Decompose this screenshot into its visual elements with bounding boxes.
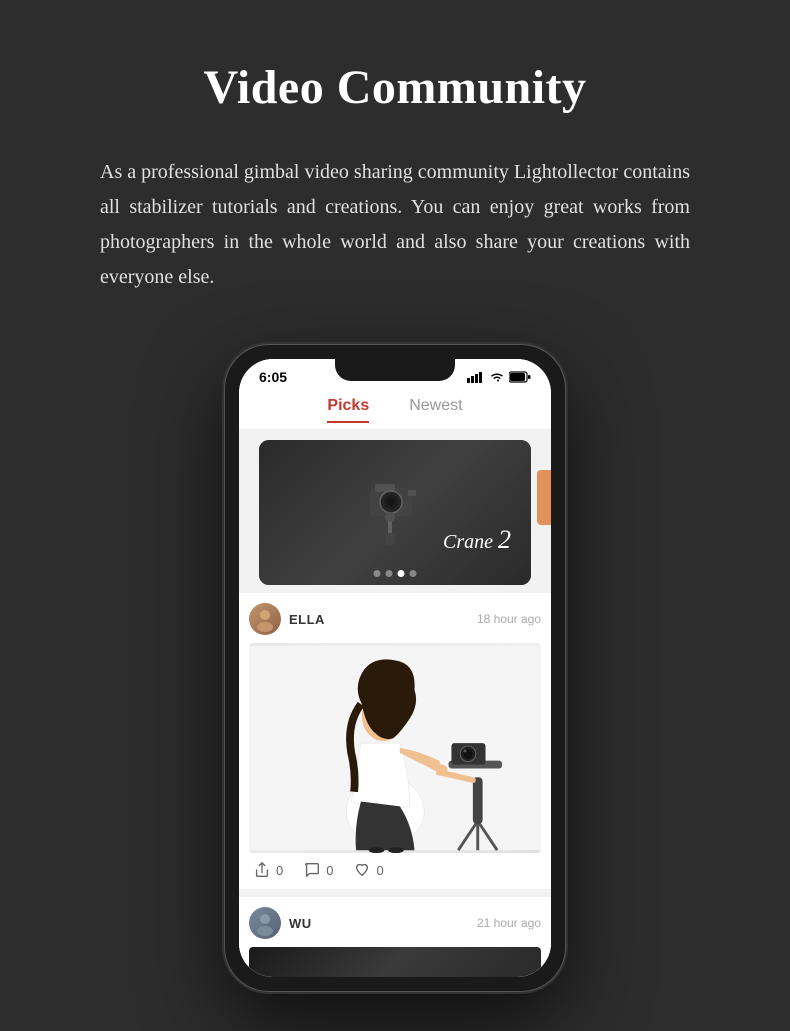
- post-ella-like[interactable]: 0: [353, 861, 383, 879]
- post-ella-image: [249, 643, 541, 853]
- phone-frame: 6:05: [225, 345, 565, 991]
- comment-icon: [303, 861, 321, 879]
- featured-title: Crane 2: [443, 525, 511, 555]
- dot-2: [386, 570, 393, 577]
- post-wu: WU 21 hour ago: [239, 897, 551, 977]
- post-ella-header: ELLA 18 hour ago: [249, 603, 541, 635]
- tab-newest[interactable]: Newest: [409, 397, 462, 423]
- dot-3: [398, 570, 405, 577]
- share-icon: [253, 861, 271, 879]
- post-ella-comment[interactable]: 0: [303, 861, 333, 879]
- post-ella-like-count: 0: [376, 863, 383, 878]
- status-icons: [467, 371, 531, 383]
- post-ella-share[interactable]: 0: [253, 861, 283, 879]
- page-description: As a professional gimbal video sharing c…: [100, 155, 690, 295]
- status-time: 6:05: [259, 369, 287, 385]
- avatar-wu: [249, 907, 281, 939]
- post-ella: ELLA 18 hour ago: [239, 593, 551, 889]
- phone-mockup: 6:05: [20, 345, 770, 991]
- post-ella-illustration: [249, 643, 541, 853]
- feed: Crane 2: [239, 440, 551, 977]
- post-ella-time: 18 hour ago: [477, 612, 541, 626]
- wifi-icon: [490, 371, 504, 383]
- phone-notch: [335, 359, 455, 381]
- dot-4: [410, 570, 417, 577]
- tab-bar: Picks Newest: [239, 389, 551, 430]
- heart-icon: [353, 861, 371, 879]
- dot-1: [374, 570, 381, 577]
- carousel-dots: [374, 570, 417, 577]
- post-ella-actions: 0 0 0: [249, 853, 541, 879]
- featured-card: Crane 2: [259, 440, 531, 585]
- tab-picks[interactable]: Picks: [327, 397, 369, 423]
- post-wu-time: 21 hour ago: [477, 916, 541, 930]
- avatar-ella: [249, 603, 281, 635]
- post-ella-user: ELLA: [249, 603, 325, 635]
- post-ella-comment-count: 0: [326, 863, 333, 878]
- post-wu-user: WU: [249, 907, 312, 939]
- post-wu-header: WU 21 hour ago: [249, 907, 541, 939]
- battery-icon: [509, 371, 531, 383]
- signal-icon: [467, 371, 485, 383]
- gimbal-camera-illustration: [350, 473, 440, 553]
- side-tab: [537, 470, 551, 525]
- phone-screen: 6:05: [239, 359, 551, 977]
- post-wu-image-partial: [249, 947, 541, 977]
- featured-card-bg: Crane 2: [259, 440, 531, 585]
- post-wu-username: WU: [289, 916, 312, 931]
- page-title: Video Community: [203, 60, 586, 115]
- post-ella-share-count: 0: [276, 863, 283, 878]
- post-ella-username: ELLA: [289, 612, 325, 627]
